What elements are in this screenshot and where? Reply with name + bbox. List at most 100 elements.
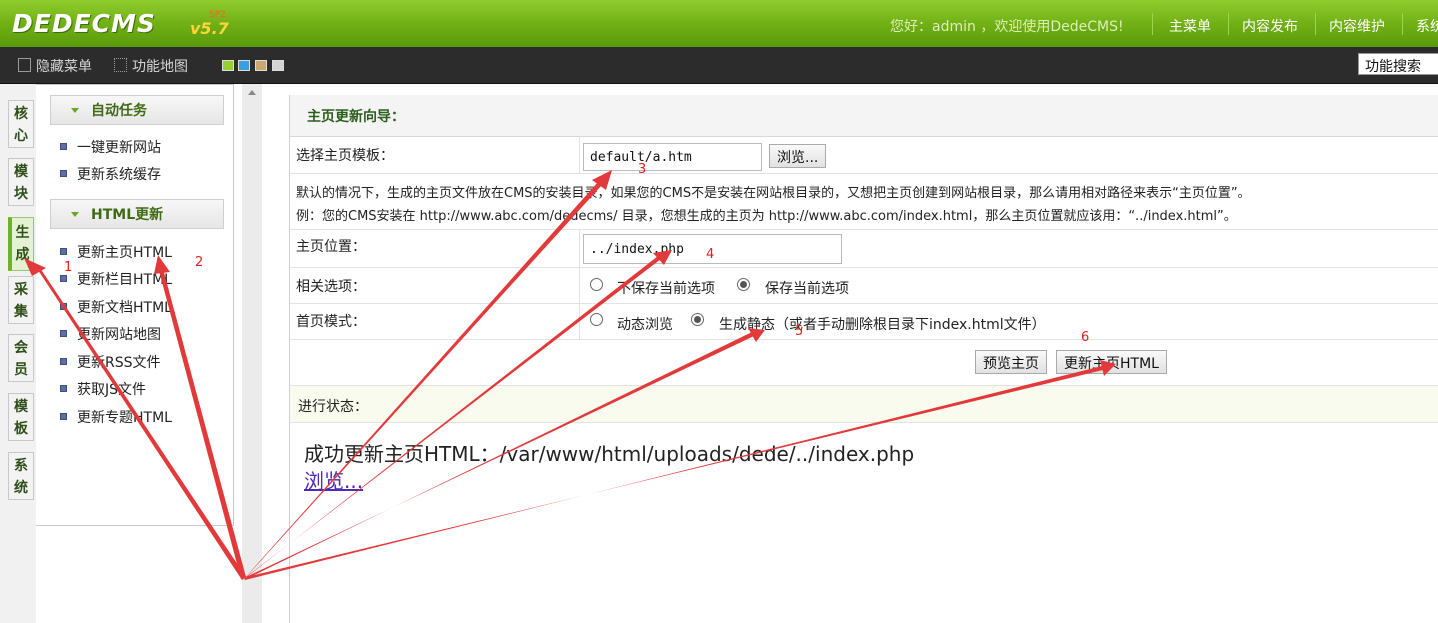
bullet-icon (60, 385, 67, 392)
skin-green-swatch[interactable] (222, 60, 234, 71)
nav-divider (1228, 13, 1229, 35)
menu-item-label: 更新专题HTML (77, 410, 172, 426)
tab-collect[interactable]: 采集 (8, 276, 34, 324)
bullet-icon (60, 303, 67, 310)
annotation-number: 4 (706, 247, 715, 262)
bullet-icon (60, 143, 67, 150)
save-label: 保存当前选项 (765, 281, 849, 297)
column-divider (579, 137, 580, 174)
tab-collect-label: 采集 (14, 282, 28, 320)
status-label: 进行状态： (290, 385, 1438, 423)
menu-section-html-update[interactable]: HTML更新 (50, 199, 224, 229)
collapse-triangle-icon (71, 107, 79, 113)
tab-system[interactable]: 系统 (8, 452, 34, 500)
page-title: 主页更新向导： (290, 95, 1438, 137)
nav-content-publish[interactable]: 内容发布 (1242, 16, 1298, 36)
menu-item-update-sitemap[interactable]: 更新网站地图 (60, 324, 161, 344)
no-save-label: 不保存当前选项 (617, 281, 715, 297)
dynamic-mode-radio[interactable] (590, 313, 603, 326)
menu-item-update-rss[interactable]: 更新RSS文件 (60, 352, 161, 372)
tab-template[interactable]: 模板 (8, 393, 34, 441)
update-homepage-html-button[interactable]: 更新主页HTML (1056, 350, 1167, 374)
no-save-radio[interactable] (590, 278, 603, 291)
tab-system-label: 系统 (14, 458, 28, 496)
welcome-text: 您好：admin ，欢迎使用DedeCMS! (890, 19, 1124, 35)
help-note-1: 默认的情况下，生成的主页文件放在CMS的安装目录，如果您的CMS不是安装在网站根… (296, 186, 1251, 201)
template-input[interactable]: default/a.htm (583, 143, 762, 171)
tab-core[interactable]: 核心 (8, 100, 34, 148)
preview-homepage-button[interactable]: 预览主页 (975, 350, 1047, 374)
dedecms-logo: DEDECMS (12, 9, 156, 38)
scroll-up-icon[interactable] (248, 90, 256, 95)
bullet-icon (60, 358, 67, 365)
bullet-icon (60, 413, 67, 420)
sidebar-toggle-icon (18, 58, 31, 72)
menu-item-update-cache[interactable]: 更新系统缓存 (60, 164, 161, 184)
menu-scrollbar[interactable] (242, 84, 262, 623)
static-mode-radio[interactable] (691, 313, 704, 326)
menu-item-label: 更新主页HTML (77, 245, 172, 261)
location-row (290, 230, 1438, 268)
nav-system[interactable]: 系统 (1416, 16, 1438, 36)
browse-button[interactable]: 浏览... (769, 144, 827, 168)
function-map-button[interactable]: 功能地图 (114, 56, 188, 76)
browse-result-link[interactable]: 浏览... (304, 465, 363, 494)
function-map-label: 功能地图 (132, 59, 188, 75)
tab-module-label: 模块 (14, 164, 28, 202)
menu-section-title: HTML更新 (91, 207, 164, 223)
dynamic-mode-label: 动态浏览 (617, 317, 673, 333)
menu-item-label: 获取JS文件 (77, 382, 147, 398)
annotation-number: 6 (1081, 330, 1090, 345)
menu-item-update-homepage[interactable]: 更新主页HTML (60, 242, 172, 262)
menu-item-label: 更新网站地图 (77, 327, 161, 343)
bullet-icon (60, 275, 67, 282)
save-radio[interactable] (737, 278, 750, 291)
options-row (290, 268, 1438, 304)
annotation-number: 3 (638, 162, 647, 177)
nav-main-menu[interactable]: 主菜单 (1169, 16, 1211, 36)
nav-divider (1315, 13, 1316, 35)
static-mode-label: 生成静态（或者手动删除根目录下index.html文件） (719, 317, 1046, 333)
logo-version: v5.7 (190, 19, 229, 38)
menu-item-update-column[interactable]: 更新栏目HTML (60, 269, 172, 289)
sub-toolbar (0, 47, 1438, 84)
template-row (290, 137, 1438, 174)
menu-item-get-js[interactable]: 获取JS文件 (60, 379, 146, 399)
location-label: 主页位置： (296, 239, 366, 255)
annotation-number: 2 (195, 255, 204, 270)
menu-item-label: 更新栏目HTML (77, 272, 172, 288)
annotation-number: 1 (64, 260, 73, 275)
mode-label: 首页模式： (296, 314, 366, 330)
template-label: 选择主页模板： (296, 148, 394, 164)
menu-section-auto-tasks[interactable]: 自动任务 (50, 95, 224, 125)
nav-divider (1402, 13, 1403, 35)
nav-content-maintain[interactable]: 内容维护 (1329, 16, 1385, 36)
logo-subversion: SP2 (209, 10, 226, 20)
tab-generate[interactable]: 生成 (8, 217, 34, 271)
bullet-icon (60, 170, 67, 177)
tab-module[interactable]: 模块 (8, 158, 34, 206)
menu-item-label: 更新系统缓存 (77, 167, 161, 183)
column-divider (579, 268, 580, 304)
column-divider (579, 304, 580, 340)
tab-template-label: 模板 (14, 399, 28, 437)
menu-item-update-article[interactable]: 更新文档HTML (60, 297, 172, 317)
function-search-input[interactable]: 功能搜索 (1358, 53, 1438, 75)
skin-gray-swatch[interactable] (272, 60, 284, 71)
nav-divider (1152, 13, 1153, 35)
collapse-triangle-icon (71, 211, 79, 217)
help-note-2: 例：您的CMS安装在 http://www.abc.com/dedecms/ 目… (296, 209, 1237, 224)
tab-member[interactable]: 会员 (8, 334, 34, 382)
annotation-number: 5 (795, 324, 804, 339)
grid-map-icon (114, 58, 127, 72)
hide-menu-label: 隐藏菜单 (36, 59, 92, 75)
menu-item-one-click-update[interactable]: 一键更新网站 (60, 137, 161, 157)
menu-item-label: 一键更新网站 (77, 140, 161, 156)
skin-blue-swatch[interactable] (238, 60, 250, 71)
tab-core-label: 核心 (14, 106, 28, 144)
skin-brown-swatch[interactable] (255, 60, 267, 71)
hide-menu-button[interactable]: 隐藏菜单 (18, 56, 92, 76)
menu-item-update-topic[interactable]: 更新专题HTML (60, 407, 172, 427)
bullet-icon (60, 330, 67, 337)
result-message: 成功更新主页HTML：/var/www/html/uploads/dede/..… (304, 442, 915, 466)
